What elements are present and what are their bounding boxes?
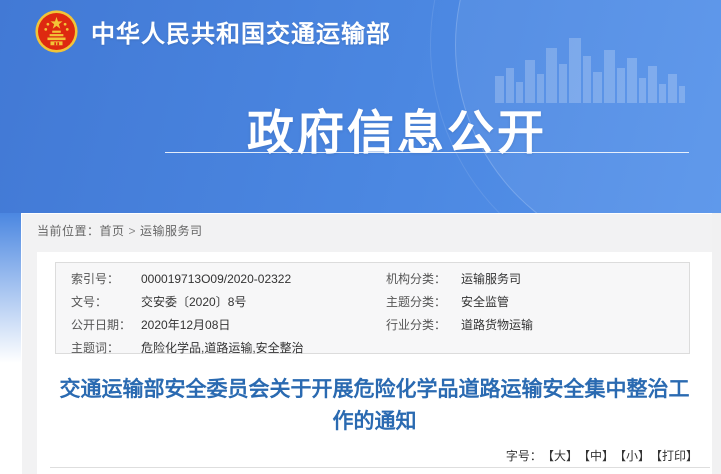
meta-label: 索引号： xyxy=(71,269,141,289)
table-row: 文号： 交安委〔2020〕8号 主题分类： 安全监管 xyxy=(56,292,689,312)
meta-label: 行业分类： xyxy=(386,315,461,335)
site-name: 中华人民共和国交通运输部 xyxy=(91,14,391,49)
breadcrumb-separator: > xyxy=(129,224,137,238)
meta-label: 机构分类： xyxy=(386,269,461,289)
banner: 中华人民共和国交通运输部 政府信息公开 xyxy=(0,0,721,213)
breadcrumb-label: 当前位置： xyxy=(37,224,100,238)
table-row: 索引号： 000019713O09/2020-02322 机构分类： 运输服务司 xyxy=(56,269,689,289)
site-header: 中华人民共和国交通运输部 xyxy=(35,9,391,53)
meta-label xyxy=(386,338,461,358)
meta-label: 公开日期： xyxy=(71,315,141,335)
meta-value: 运输服务司 xyxy=(461,269,689,289)
font-size-label: 字号： xyxy=(506,449,542,463)
print-button[interactable]: 【打印】 xyxy=(656,449,698,463)
toolbar-divider xyxy=(50,467,710,468)
content-card: 当前位置：首页>运输服务司 索引号： 000019713O09/2020-023… xyxy=(22,214,712,474)
font-size-medium-button[interactable]: 【中】 xyxy=(584,449,614,463)
meta-value: 000019713O09/2020-02322 xyxy=(141,269,376,289)
font-size-large-button[interactable]: 【大】 xyxy=(548,449,578,463)
font-size-small-button[interactable]: 【小】 xyxy=(620,449,650,463)
national-emblem-icon xyxy=(35,10,78,53)
meta-value: 2020年12月08日 xyxy=(141,315,376,335)
meta-value: 交安委〔2020〕8号 xyxy=(141,292,376,312)
article-title: 交通运输部安全委员会关于开展危险化学品道路运输安全集中整治工作的通知 xyxy=(51,374,698,438)
meta-value: 危险化学品,道路运输,安全整治 xyxy=(141,338,376,358)
table-row: 主题词： 危险化学品,道路运输,安全整治 xyxy=(56,338,689,358)
breadcrumb-home-link[interactable]: 首页 xyxy=(100,224,125,238)
meta-value xyxy=(461,338,689,358)
meta-table: 索引号： 000019713O09/2020-02322 机构分类： 运输服务司… xyxy=(55,262,690,354)
font-size-toolbar: 字号： 【大】【中】【小】【打印】 xyxy=(506,447,698,464)
title-underline xyxy=(165,152,689,153)
left-fade-decoration xyxy=(0,213,21,363)
meta-value: 安全监管 xyxy=(461,292,689,312)
scrollbar-track[interactable] xyxy=(712,213,721,474)
meta-value: 道路货物运输 xyxy=(461,315,689,335)
table-row: 公开日期： 2020年12月08日 行业分类： 道路货物运输 xyxy=(56,315,689,335)
article-panel: 索引号： 000019713O09/2020-02322 机构分类： 运输服务司… xyxy=(37,252,712,474)
breadcrumb: 当前位置：首页 >运输服务司 xyxy=(37,222,203,239)
meta-label: 主题分类： xyxy=(386,292,461,312)
meta-label: 主题词： xyxy=(71,338,141,358)
breadcrumb-section-link[interactable]: 运输服务司 xyxy=(140,224,203,238)
meta-label: 文号： xyxy=(71,292,141,312)
